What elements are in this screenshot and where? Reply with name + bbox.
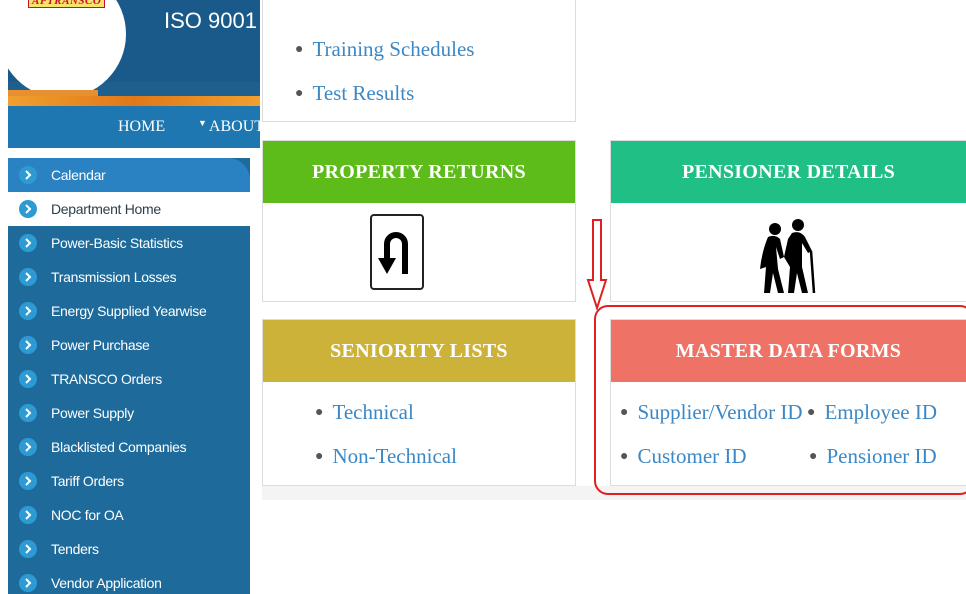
sidebar-item-label: Tariff Orders: [51, 473, 124, 489]
sidebar-item[interactable]: Tenders: [8, 532, 250, 566]
chevron-right-icon: [19, 472, 37, 490]
chevron-right-icon: [19, 574, 37, 592]
header-accent-strip: [8, 96, 260, 106]
link-label: Pensioner ID: [826, 444, 937, 468]
chevron-right-icon: [19, 438, 37, 456]
nav-about-label: ABOUT: [208, 118, 265, 135]
sidebar-menu: Calendar Department Home Power-Basic Stati…: [8, 158, 250, 594]
top-navbar: HOME ▼ ABOUT: [8, 106, 264, 148]
master-data-forms-card: MASTER DATA FORMS ● Supplier/Vendor ID ● E…: [610, 319, 966, 486]
annotation-arrow-icon: [586, 219, 608, 310]
chevron-right-icon: [19, 336, 37, 354]
chevron-right-icon: [19, 166, 37, 184]
property-returns-title: PROPERTY RETURNS: [263, 141, 575, 203]
training-schedules-link[interactable]: ● Training Schedules: [295, 37, 474, 62]
link-label: Technical: [332, 400, 414, 424]
caret-down-icon: ▼: [198, 118, 207, 128]
sidebar-item[interactable]: Power-Basic Statistics: [8, 226, 250, 260]
non-technical-link[interactable]: ● Non-Technical: [315, 444, 457, 469]
sidebar-item[interactable]: Transmission Losses: [8, 260, 250, 294]
sidebar-item-label: Blacklisted Companies: [51, 439, 187, 455]
chevron-right-icon: [19, 200, 37, 218]
sidebar-item[interactable]: Vendor Application: [8, 566, 250, 594]
test-results-link[interactable]: ● Test Results: [295, 81, 414, 106]
sidebar-item[interactable]: Department Home: [8, 192, 250, 226]
chevron-right-icon: [19, 234, 37, 252]
link-label: Employee ID: [824, 400, 938, 424]
iso-certification-text: ISO 9001: [164, 8, 257, 33]
sidebar-item-label: TRANSCO Orders: [51, 371, 162, 387]
pensioner-details-card[interactable]: PENSIONER DETAILS: [610, 140, 966, 302]
sidebar-item[interactable]: TRANSCO Orders: [8, 362, 250, 396]
property-returns-card[interactable]: PROPERTY RETURNS: [262, 140, 576, 302]
master-data-forms-title: MASTER DATA FORMS: [611, 320, 966, 382]
bullet-icon: ●: [809, 449, 818, 464]
sidebar-item-label: Power-Basic Statistics: [51, 235, 183, 251]
chevron-right-icon: [19, 370, 37, 388]
sidebar-item-label: Energy Supplied Yearwise: [51, 303, 207, 319]
sidebar-item[interactable]: Energy Supplied Yearwise: [8, 294, 250, 328]
sidebar-item-label: Department Home: [51, 201, 161, 217]
u-turn-sign-icon: [370, 214, 424, 290]
chevron-right-icon: [19, 540, 37, 558]
seniority-lists-card: SENIORITY LISTS ● Technical ● Non-Technica…: [262, 319, 576, 486]
chevron-right-icon: [19, 506, 37, 524]
sidebar-item-label: NOC for OA: [51, 507, 124, 523]
link-label: Training Schedules: [312, 37, 475, 61]
link-label: Customer ID: [637, 444, 747, 468]
pensioner-id-link[interactable]: ● Pensioner ID: [809, 444, 937, 469]
bullet-icon: ●: [315, 405, 324, 420]
bullet-icon: ●: [295, 42, 304, 57]
sidebar-item-label: Vendor Application: [51, 575, 162, 591]
employee-id-link[interactable]: ● Employee ID: [807, 400, 937, 425]
link-label: Non-Technical: [332, 444, 457, 468]
nav-home-link[interactable]: HOME: [118, 118, 165, 136]
sidebar-item-label: Power Supply: [51, 405, 134, 421]
logo-text: APTRANSCO: [28, 0, 106, 8]
sidebar-item[interactable]: Power Purchase: [8, 328, 250, 362]
seniority-lists-title: SENIORITY LISTS: [263, 320, 575, 382]
technical-link[interactable]: ● Technical: [315, 400, 414, 425]
elderly-couple-icon: [760, 219, 816, 294]
bullet-icon: ●: [807, 405, 816, 420]
link-label: Test Results: [312, 81, 415, 105]
sidebar-item[interactable]: Tariff Orders: [8, 464, 250, 498]
sidebar-item-label: Transmission Losses: [51, 269, 177, 285]
bullet-icon: ●: [620, 449, 629, 464]
sidebar-item-label: Tenders: [51, 541, 99, 557]
sidebar-item-label: Calendar: [51, 167, 106, 183]
pensioner-details-title: PENSIONER DETAILS: [611, 141, 966, 203]
training-links-card: ● Training Schedules ● Test Results: [262, 0, 576, 122]
site-header: APTRANSCO ISO 9001: [8, 0, 260, 106]
chevron-right-icon: [19, 302, 37, 320]
link-label: Supplier/Vendor ID: [637, 400, 803, 424]
sidebar-item[interactable]: Calendar: [8, 158, 250, 192]
nav-about-link[interactable]: ▼ ABOUT: [198, 118, 264, 136]
sidebar-item-label: Power Purchase: [51, 337, 150, 353]
chevron-right-icon: [19, 268, 37, 286]
sidebar-item[interactable]: NOC for OA: [8, 498, 250, 532]
supplier-vendor-id-link[interactable]: ● Supplier/Vendor ID: [620, 400, 803, 425]
customer-id-link[interactable]: ● Customer ID: [620, 444, 747, 469]
bullet-icon: ●: [620, 405, 629, 420]
chevron-right-icon: [19, 404, 37, 422]
logo[interactable]: APTRANSCO: [8, 0, 126, 98]
content-footer-strip: [262, 486, 966, 500]
sidebar-item[interactable]: Blacklisted Companies: [8, 430, 250, 464]
bullet-icon: ●: [295, 86, 304, 101]
sidebar-item[interactable]: Power Supply: [8, 396, 250, 430]
bullet-icon: ●: [315, 449, 324, 464]
